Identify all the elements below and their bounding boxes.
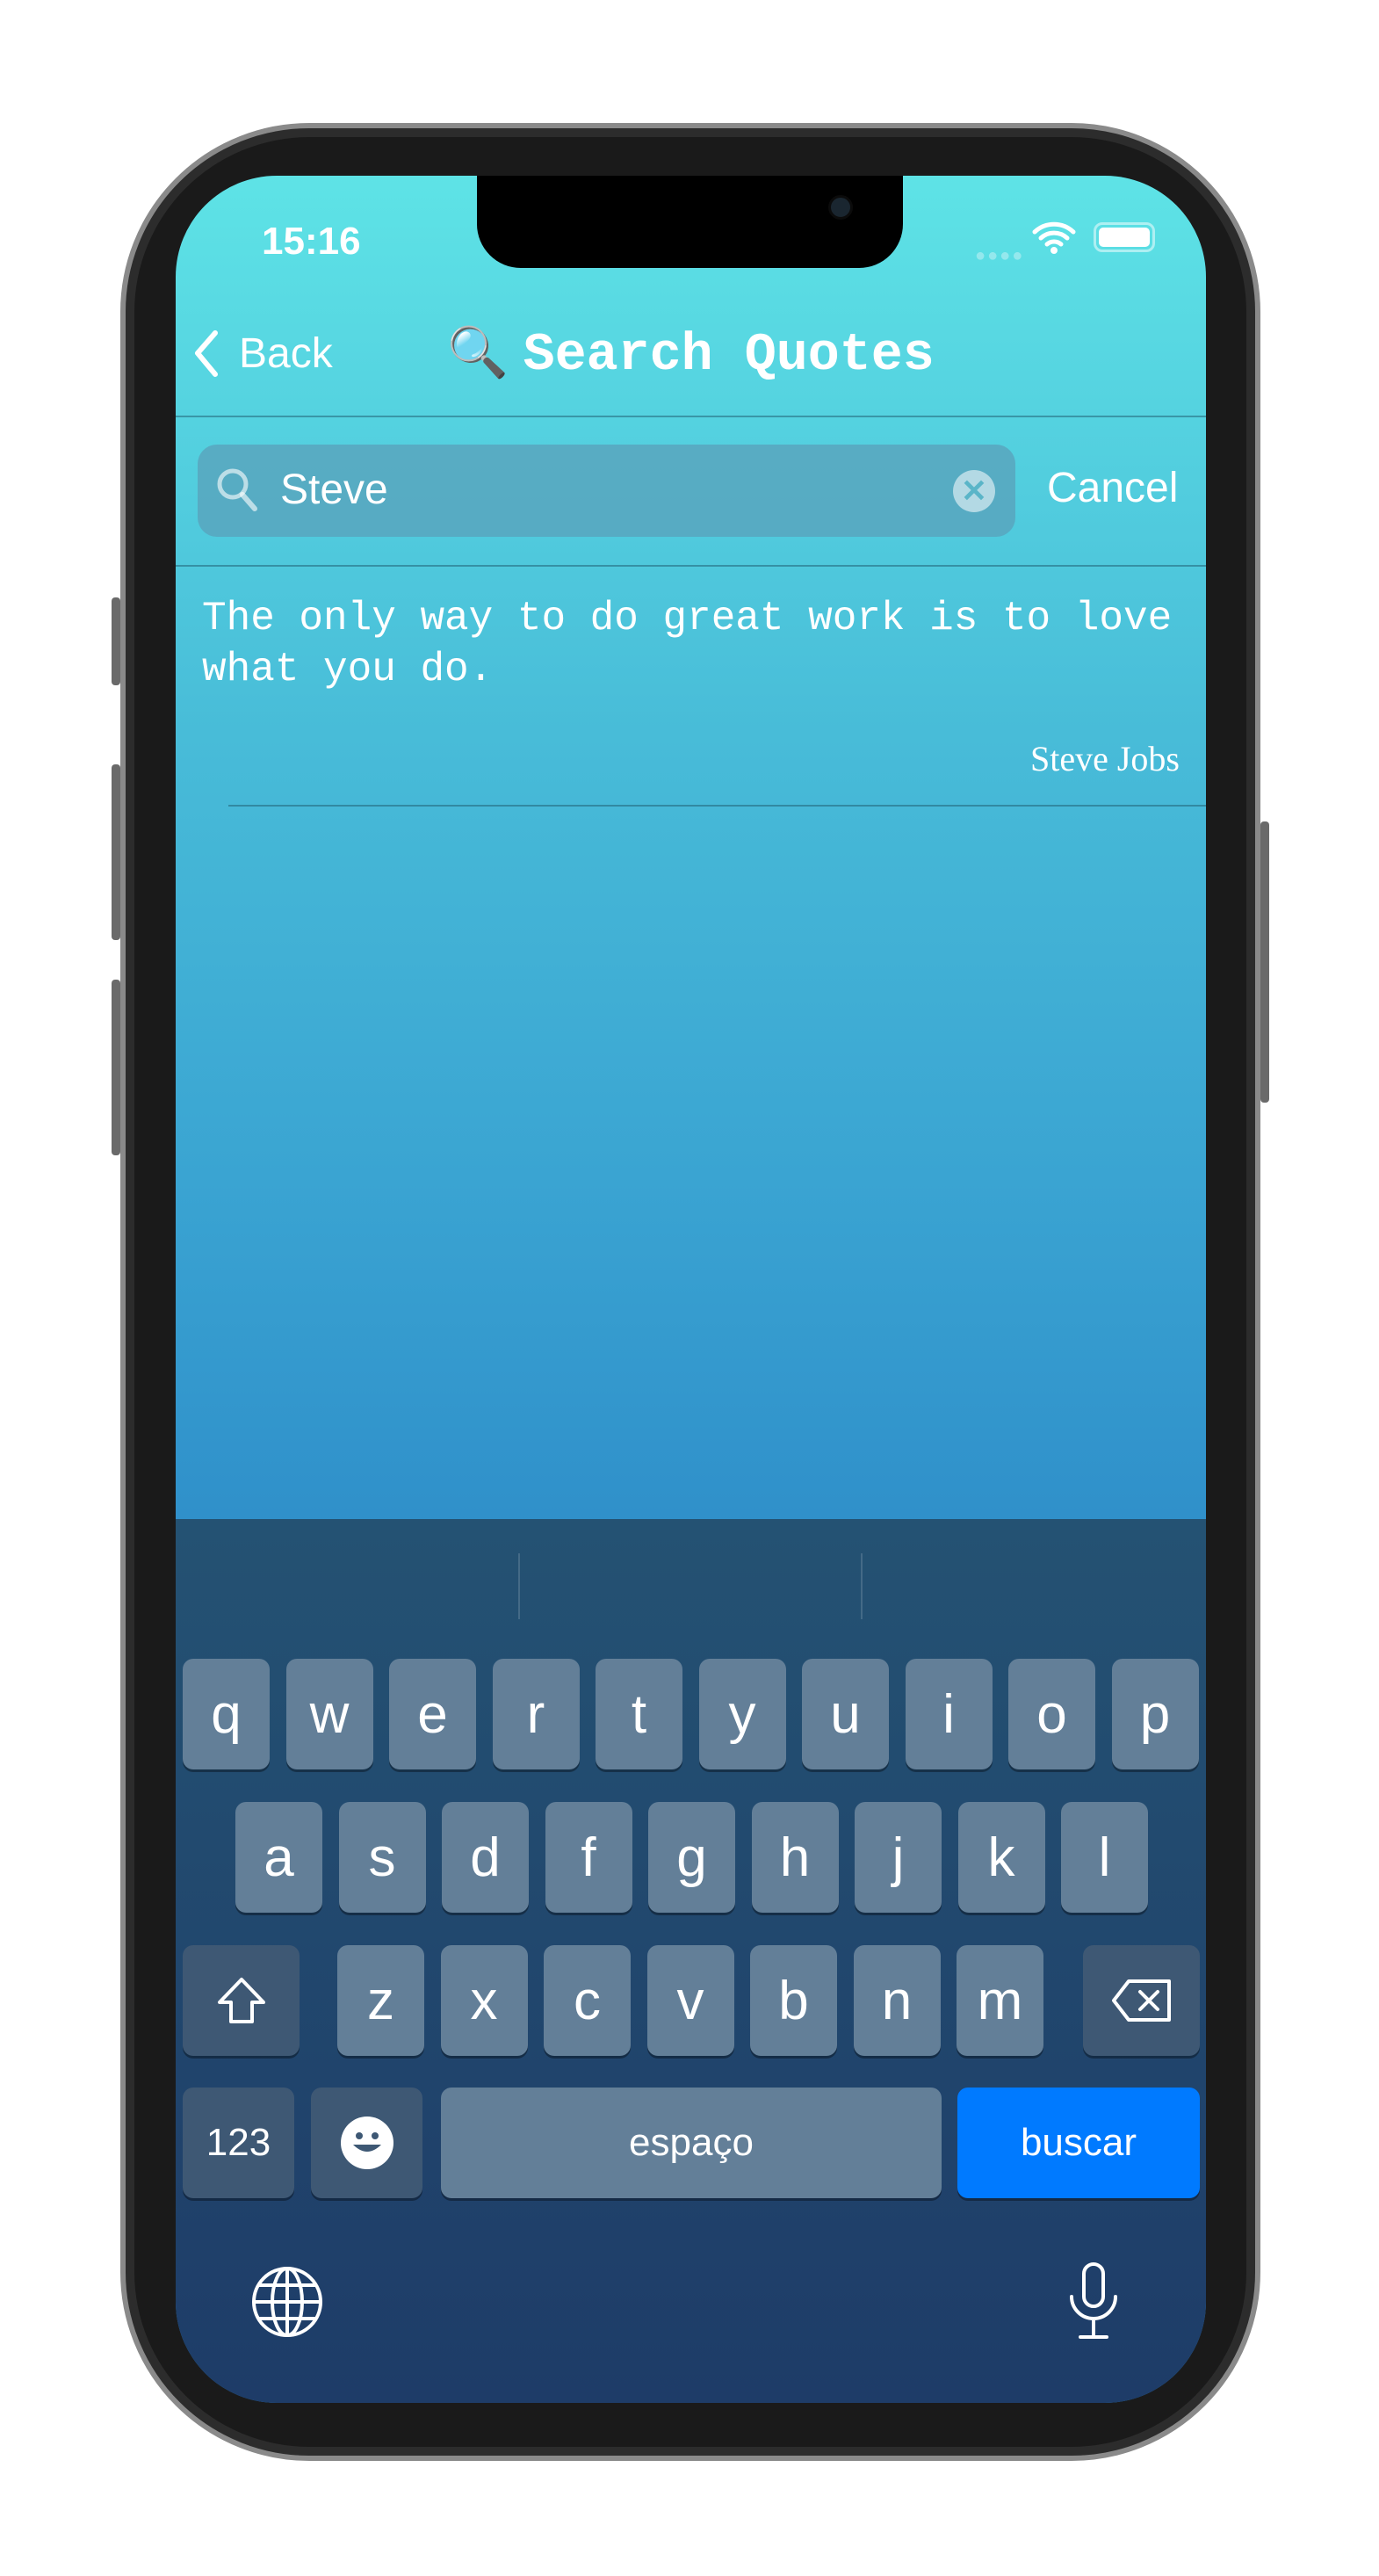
search-return-key[interactable]: buscar — [957, 2088, 1200, 2198]
cancel-button[interactable]: Cancel — [1047, 464, 1178, 512]
key-k[interactable]: k — [957, 1802, 1045, 1913]
emoji-icon — [340, 2117, 393, 2169]
key-q[interactable]: q — [183, 1659, 270, 1769]
screen: 15:16 ●●●● Back 🔍 Search Quotes Steve ✕ … — [176, 176, 1206, 2403]
key-y[interactable]: y — [698, 1659, 786, 1769]
search-value: Steve — [280, 467, 388, 513]
key-w[interactable]: w — [285, 1659, 373, 1769]
key-f[interactable]: f — [545, 1802, 632, 1913]
key-p[interactable]: p — [1111, 1659, 1199, 1769]
key-r[interactable]: r — [492, 1659, 580, 1769]
volume-up-button — [112, 764, 120, 940]
wifi-icon — [1032, 221, 1076, 254]
key-m[interactable]: m — [957, 1945, 1043, 2056]
key-b[interactable]: b — [750, 1945, 837, 2056]
emoji-key[interactable] — [311, 2088, 422, 2198]
volume-down-button — [112, 980, 120, 1155]
backspace-key[interactable] — [1083, 1945, 1200, 2056]
magnifier-emoji-icon: 🔍 — [447, 324, 509, 380]
key-s[interactable]: s — [338, 1802, 426, 1913]
quote-text: The only way to do great work is to love… — [202, 596, 1173, 692]
search-input[interactable]: Steve ✕ — [198, 445, 1015, 537]
key-j[interactable]: j — [855, 1802, 942, 1913]
battery-icon — [1094, 222, 1155, 252]
quote-author: Steve Jobs — [1030, 739, 1180, 778]
row-separator — [228, 805, 1206, 807]
power-button — [1260, 821, 1269, 1103]
numbers-key[interactable]: 123 — [183, 2088, 294, 2198]
key-d[interactable]: d — [442, 1802, 529, 1913]
key-n[interactable]: n — [853, 1945, 941, 2056]
key-u[interactable]: u — [802, 1659, 889, 1769]
microphone-icon[interactable] — [1067, 2261, 1120, 2341]
notch — [477, 176, 903, 268]
search-divider — [176, 565, 1206, 567]
space-key[interactable]: espaço — [441, 2088, 942, 2198]
keyboard: qwertyuiop asdfghjkl zxcvbnm 123 espaço bu… — [176, 1519, 1206, 2403]
key-z[interactable]: z — [337, 1945, 424, 2056]
key-g[interactable]: g — [648, 1802, 735, 1913]
key-h[interactable]: h — [751, 1802, 839, 1913]
status-time: 15:16 — [262, 220, 361, 263]
key-l[interactable]: l — [1061, 1802, 1148, 1913]
key-o[interactable]: o — [1008, 1659, 1095, 1769]
key-t[interactable]: t — [596, 1659, 682, 1769]
key-v[interactable]: v — [646, 1945, 734, 2056]
suggestion-divider — [518, 1553, 520, 1619]
page-title: 🔍 Search Quotes — [176, 321, 1206, 386]
shift-key[interactable] — [183, 1945, 300, 2056]
suggestion-divider — [861, 1553, 863, 1619]
globe-icon[interactable] — [251, 2266, 323, 2338]
backspace-icon — [1111, 1979, 1171, 2022]
key-a[interactable]: a — [235, 1802, 322, 1913]
page-title-text: Search Quotes — [523, 326, 935, 386]
camera — [828, 195, 853, 220]
shift-icon — [217, 1978, 265, 2023]
key-e[interactable]: e — [389, 1659, 476, 1769]
mute-switch — [112, 597, 120, 685]
search-icon — [217, 468, 257, 511]
nav-divider — [176, 416, 1206, 417]
key-c[interactable]: c — [544, 1945, 631, 2056]
signal-icon: ●●●● — [975, 246, 1025, 265]
key-i[interactable]: i — [905, 1659, 993, 1769]
clear-search-button[interactable]: ✕ — [953, 470, 995, 512]
key-x[interactable]: x — [440, 1945, 528, 2056]
